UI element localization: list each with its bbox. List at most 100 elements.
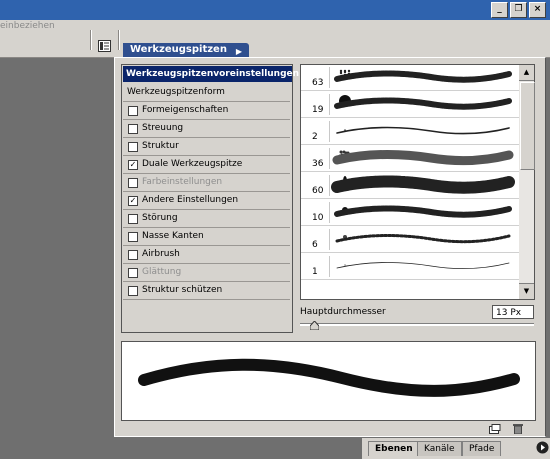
setting-label: Duale Werkzeugspitze (142, 159, 243, 169)
brush-stroke-sample (332, 150, 514, 166)
setting-checkbox[interactable] (128, 142, 138, 152)
scroll-down-button[interactable]: ▼ (519, 283, 534, 299)
setting-checkbox (128, 268, 138, 278)
setting-checkbox[interactable] (128, 214, 138, 224)
brush-setting-row[interactable]: Airbrush (123, 246, 290, 264)
sample-all-layers-option[interactable]: einbeziehen (0, 21, 55, 31)
brush-setting-row[interactable]: Werkzeugspitzenform (123, 84, 290, 102)
brush-size-label: 10 (312, 213, 324, 223)
setting-label: Farbeinstellungen (142, 177, 223, 187)
setting-checkbox[interactable] (128, 232, 138, 242)
brush-tip-thumbnail: 6 (303, 229, 347, 250)
master-diameter-label: Hauptdurchmesser (300, 307, 386, 317)
scroll-thumb[interactable] (520, 82, 535, 170)
stroke-preview-curve (138, 358, 520, 397)
diameter-slider-track[interactable] (300, 323, 534, 326)
diameter-slider-thumb[interactable] (310, 321, 319, 330)
brush-settings-panel: Werkzeugspitzenvoreinstellungen Werkzeug… (121, 64, 299, 333)
brush-tip-thumbnail: 10 (303, 202, 348, 223)
brush-tip-thumbnail: 60 (303, 175, 348, 196)
brush-size-label: 2 (312, 132, 318, 142)
setting-checkbox[interactable] (128, 286, 138, 296)
brush-tip-thumbnail: 63 (303, 67, 351, 88)
palette-menu-icon[interactable] (536, 441, 549, 454)
tab-paths[interactable]: Pfade (462, 441, 502, 456)
brush-setting-row[interactable]: Nasse Kanten (123, 228, 290, 246)
new-brush-icon[interactable] (489, 424, 501, 434)
brush-setting-row[interactable]: Streuung (123, 120, 290, 138)
setting-checkbox (128, 178, 138, 188)
brush-preset-list: 63 19 2 36 60 10 6 1 (300, 64, 521, 300)
brush-size-label: 19 (312, 105, 324, 115)
brush-tip-thumbnail: 19 (303, 94, 351, 115)
palette-well-icon[interactable] (98, 40, 114, 54)
setting-label: Airbrush (142, 249, 180, 259)
setting-checkbox[interactable] (128, 124, 138, 134)
setting-checkbox[interactable] (128, 250, 138, 260)
options-bar (0, 20, 550, 58)
master-diameter-input[interactable]: 13 Px (492, 305, 534, 319)
window-controls: _ ❐ × (491, 2, 546, 18)
brush-size-label: 60 (312, 186, 324, 196)
brush-preset-item[interactable]: 10 (301, 200, 520, 226)
layers-palette-tabs: Ebenen Kanäle Pfade (362, 438, 550, 459)
brush-stroke-sample (331, 175, 515, 194)
scroll-up-button[interactable]: ▲ (519, 65, 534, 81)
brush-preset-item[interactable]: 19 (301, 92, 520, 118)
brush-stroke-sample (334, 70, 512, 83)
brush-tip-thumbnail: 36 (303, 148, 350, 169)
brush-preset-item[interactable]: 6 (301, 227, 520, 253)
tab-brushes[interactable]: Werkzeugspitzen ▶ (123, 43, 249, 57)
setting-label: Andere Einstellungen (142, 195, 239, 205)
brush-setting-row[interactable]: ✓ Andere Einstellungen (123, 192, 290, 210)
setting-checkbox[interactable] (128, 106, 138, 116)
setting-label: Struktur schützen (142, 285, 223, 295)
brush-setting-row[interactable]: Formeigenschaften (123, 102, 290, 120)
brush-setting-row[interactable]: ✓ Duale Werkzeugspitze (123, 156, 290, 174)
brush-size-label: 63 (312, 78, 324, 88)
trash-icon[interactable] (513, 423, 523, 434)
brush-tip-thumbnail: 2 (303, 121, 346, 142)
setting-label: Struktur (142, 141, 179, 151)
options-separator (90, 30, 91, 50)
stroke-preview (121, 341, 536, 421)
setting-label: Werkzeugspitzenform (127, 87, 225, 97)
brush-setting-row[interactable]: Störung (123, 210, 290, 228)
brush-setting-row[interactable]: Glättung (123, 264, 290, 282)
options-separator (118, 30, 119, 50)
restore-button[interactable]: ❐ (510, 2, 527, 18)
brush-stroke-sample (335, 234, 511, 244)
brush-preset-item[interactable]: 2 (301, 119, 520, 145)
brush-setting-row[interactable]: Struktur schützen (123, 282, 290, 300)
setting-label: Störung (142, 213, 178, 223)
brush-size-label: 6 (312, 240, 318, 250)
setting-label: Nasse Kanten (142, 231, 204, 241)
brush-stroke-sample (336, 126, 510, 135)
brush-preset-item[interactable]: 1 (301, 254, 520, 280)
palette-menu-arrow-icon[interactable]: ▶ (236, 45, 242, 59)
minimize-button[interactable]: _ (491, 2, 508, 18)
brush-setting-row[interactable]: Struktur (123, 138, 290, 156)
brush-preset-item[interactable]: 63 (301, 65, 520, 91)
setting-checkbox[interactable]: ✓ (128, 160, 138, 170)
brush-stroke-sample (334, 97, 512, 110)
brush-list-scrollbar[interactable]: ▲ ▼ (519, 64, 535, 300)
brush-size-label: 36 (312, 159, 324, 169)
brush-preset-item[interactable]: 60 (301, 173, 520, 199)
brush-stroke-sample (334, 205, 512, 218)
brush-size-label: 1 (312, 267, 318, 277)
tab-brushes-label: Werkzeugspitzen (130, 44, 227, 55)
setting-label: Glättung (142, 267, 182, 277)
brush-setting-row[interactable]: Farbeinstellungen (123, 174, 290, 192)
close-button[interactable]: × (529, 2, 546, 18)
window-title-bar (0, 0, 550, 20)
setting-checkbox[interactable]: ✓ (128, 196, 138, 206)
tab-channels[interactable]: Kanäle (417, 441, 462, 456)
brush-stroke-sample (336, 262, 510, 270)
setting-label: Streuung (142, 123, 184, 133)
tab-layers[interactable]: Ebenen (368, 441, 420, 456)
setting-label: Formeigenschaften (142, 105, 229, 115)
brush-tip-thumbnail: 1 (303, 256, 346, 277)
brush-preset-item[interactable]: 36 (301, 146, 520, 172)
brush-presets-header[interactable]: Werkzeugspitzenvoreinstellungen (123, 66, 299, 82)
